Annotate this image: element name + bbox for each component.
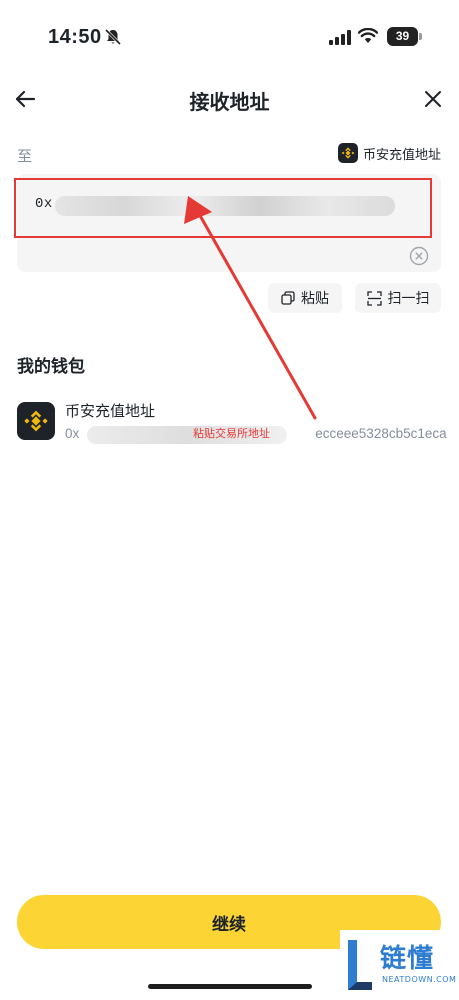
wallet-name: 币安充值地址 (65, 402, 156, 420)
scan-label: 扫一扫 (387, 291, 430, 307)
battery-level: 39 (387, 27, 418, 46)
wallet-address-tail: ecceee5328cb5c1eca (315, 426, 447, 441)
address-source-label: 币安充值地址 (362, 147, 441, 163)
to-label: 至 (17, 147, 33, 165)
address-redaction (55, 196, 395, 216)
annotation-text: 粘贴交易所地址 (193, 427, 270, 440)
wallet-address-head: 0x (65, 426, 80, 441)
copy-icon (281, 291, 295, 305)
continue-label: 继续 (212, 914, 246, 935)
battery-nub (419, 33, 422, 40)
paste-button[interactable]: 粘贴 (268, 283, 342, 313)
address-source-selector[interactable]: 币安充值地址 (337, 143, 441, 163)
page-title: 接收地址 (189, 90, 270, 114)
watermark-subtext: NEATDOWN.COM (382, 975, 457, 984)
scan-icon (366, 290, 382, 306)
scan-button[interactable]: 扫一扫 (355, 283, 441, 313)
signal-icon (329, 30, 351, 45)
binance-logo-icon (17, 402, 55, 440)
wallet-section-title: 我的钱包 (17, 357, 85, 377)
binance-logo-icon (337, 143, 358, 163)
status-bar: 14:50 39 (0, 0, 459, 70)
paste-label: 粘贴 (301, 291, 329, 307)
nav-bar: 接收地址 (0, 80, 459, 120)
bell-off-icon (104, 28, 122, 46)
watermark-logo (348, 940, 372, 990)
battery-indicator: 39 (387, 27, 423, 46)
wallet-list-item[interactable]: 币安充值地址 0x ecceee5328cb5c1eca (17, 396, 447, 450)
close-icon[interactable] (424, 90, 442, 108)
wifi-icon (358, 28, 378, 43)
address-input[interactable]: 0x (17, 174, 441, 272)
home-indicator (148, 984, 312, 989)
status-time: 14:50 (48, 26, 102, 48)
address-input-value: 0x (35, 196, 53, 212)
clear-input-icon[interactable] (409, 246, 429, 266)
watermark-text: 链懂 (380, 944, 435, 974)
watermark: 链懂 NEATDOWN.COM (340, 930, 459, 1000)
